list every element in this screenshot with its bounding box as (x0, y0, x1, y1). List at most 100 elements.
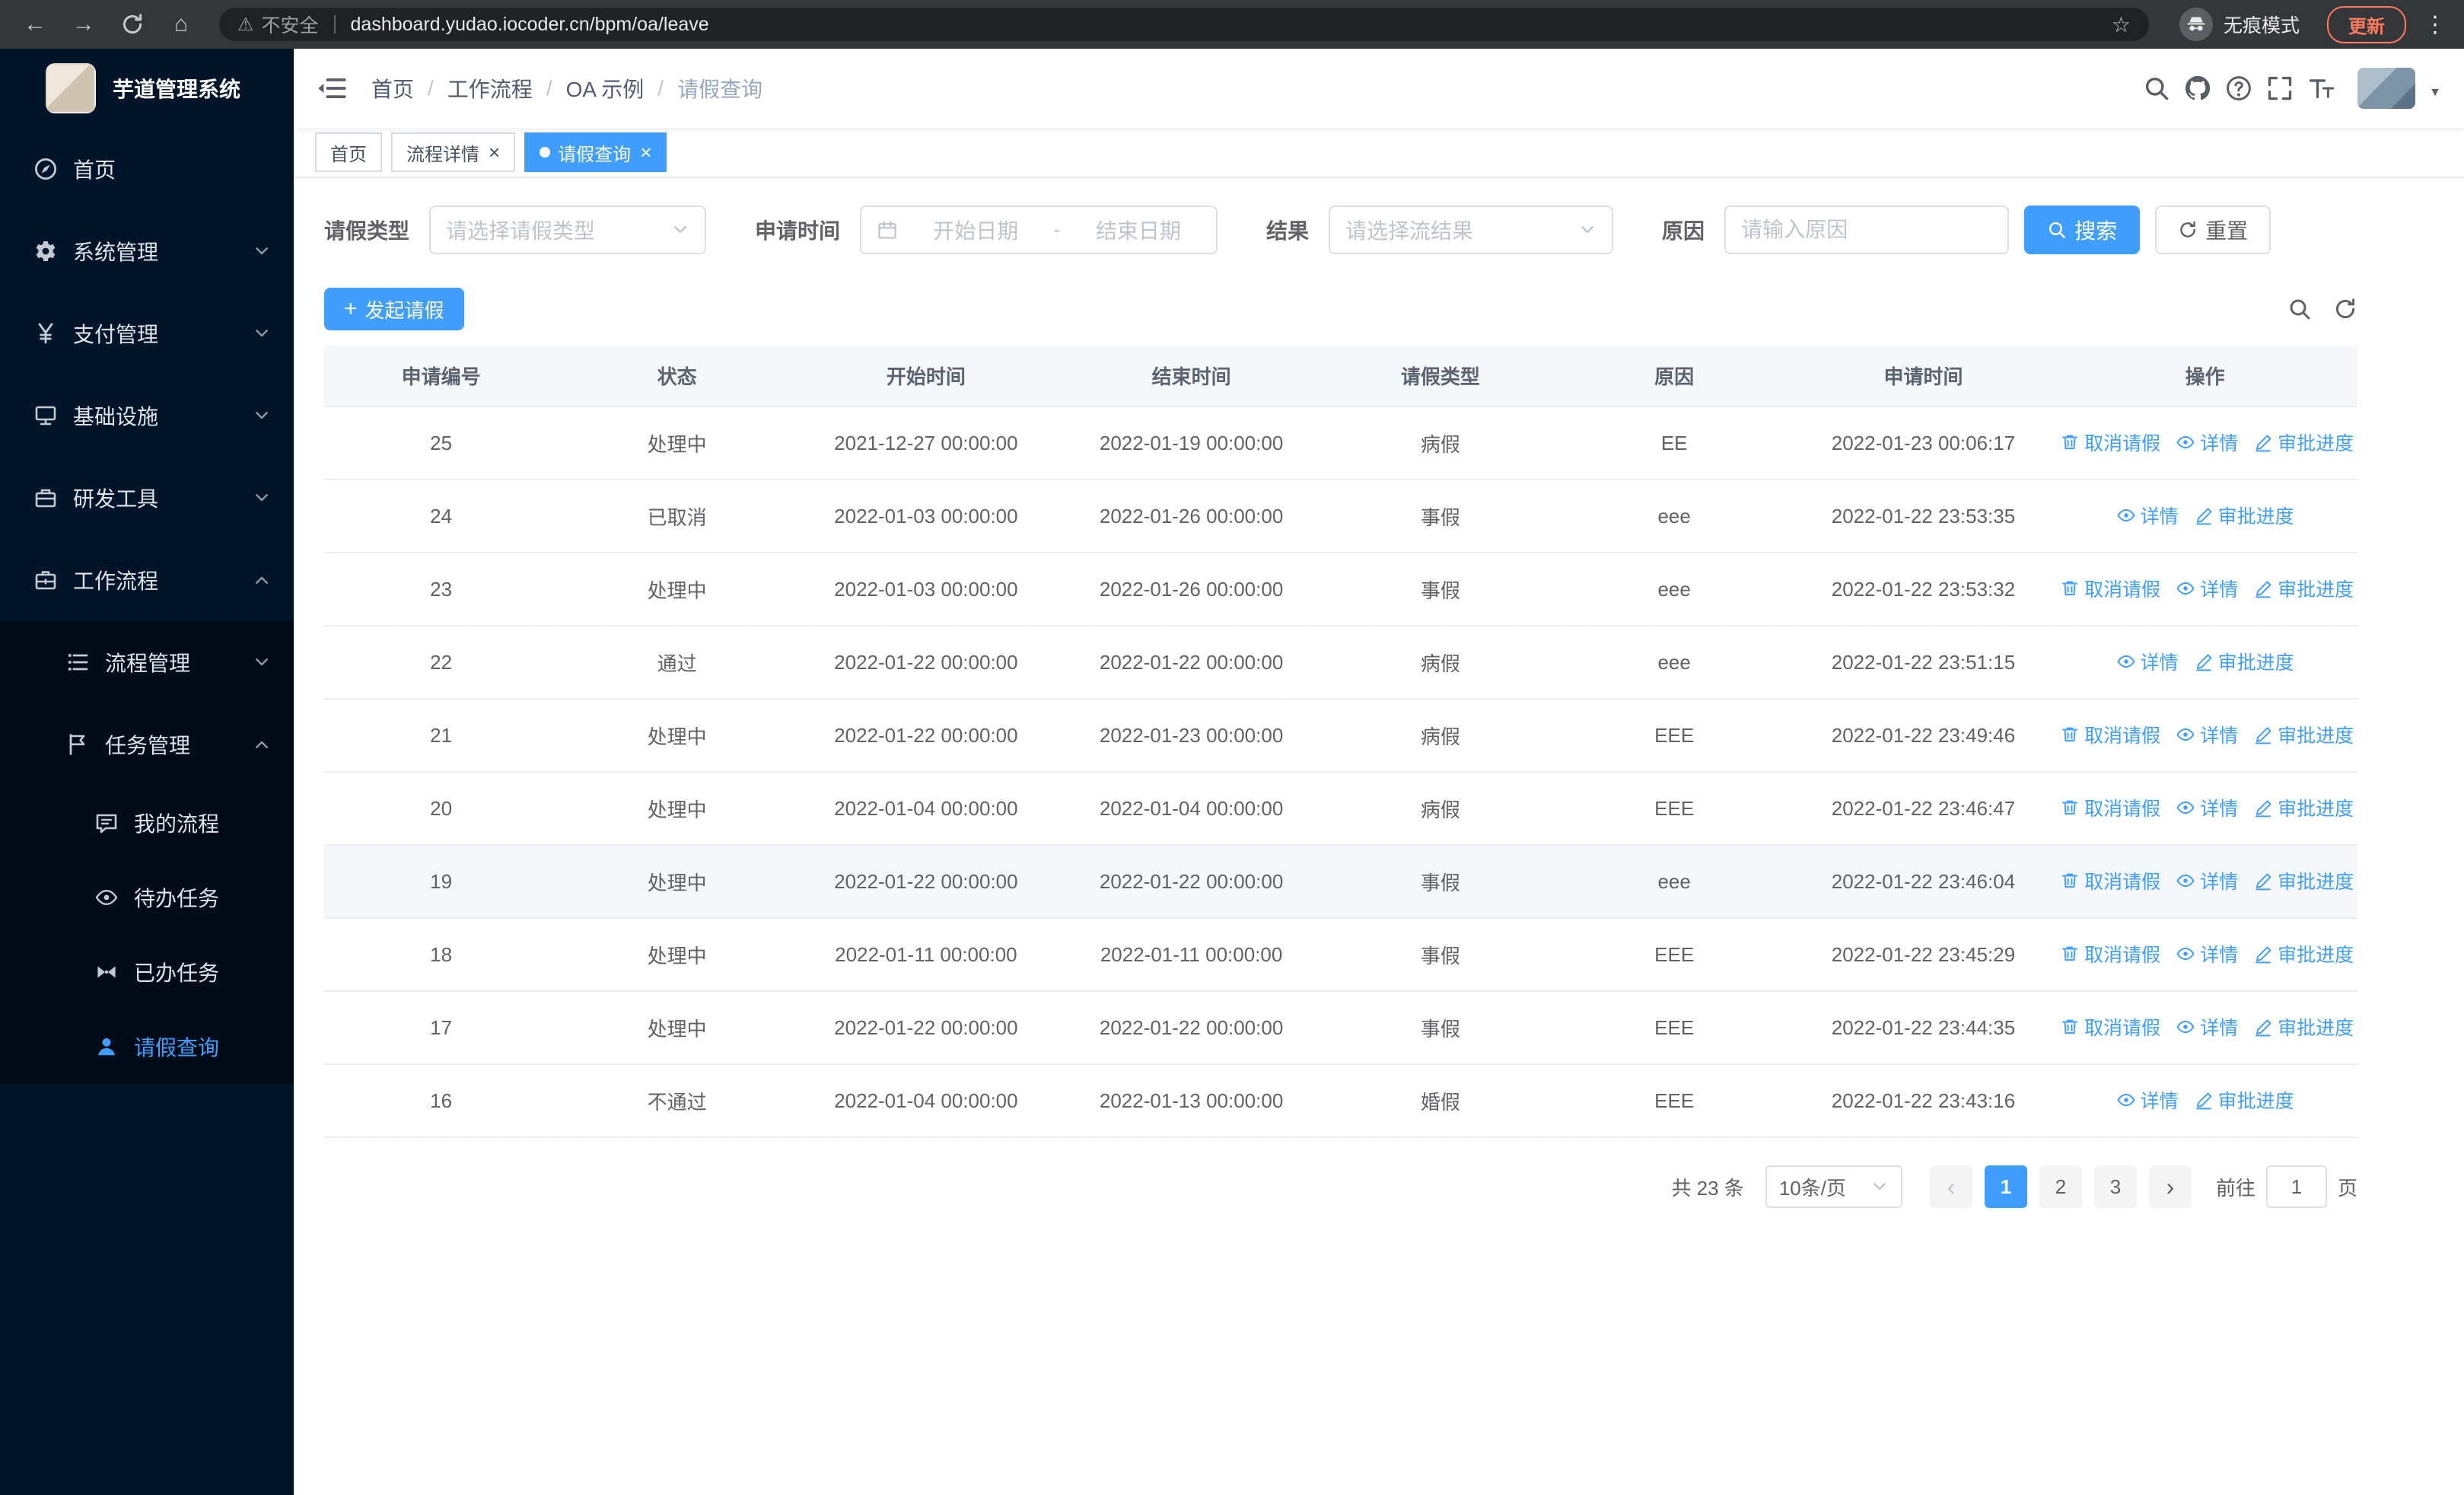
progress-link[interactable]: 审批进度 (2194, 502, 2294, 529)
sidebar-item-system[interactable]: 系统管理 (0, 210, 294, 292)
goto-page-input[interactable] (2265, 1165, 2327, 1208)
breadcrumb-item[interactable]: 首页 (371, 73, 414, 104)
cancel-leave-link[interactable]: 取消请假 (2060, 867, 2160, 894)
sidebar-item-process-mgmt[interactable]: 流程管理 (0, 621, 294, 703)
tab-close-icon[interactable]: × (489, 142, 500, 162)
sidebar-item-payment[interactable]: 支付管理 (0, 292, 294, 375)
bookmark-star-icon[interactable]: ☆ (2112, 12, 2131, 37)
breadcrumb-item[interactable]: 工作流程 (447, 73, 533, 104)
progress-link[interactable]: 审批进度 (2194, 1086, 2294, 1114)
update-button[interactable]: 更新 (2327, 5, 2406, 43)
cancel-leave-link[interactable]: 取消请假 (2060, 429, 2160, 456)
search-button[interactable]: 搜索 (2024, 206, 2141, 254)
progress-link[interactable]: 审批进度 (2253, 867, 2354, 894)
reset-button[interactable]: 重置 (2155, 206, 2271, 254)
cell-actions: 详情 审批进度 (2052, 626, 2357, 700)
cancel-leave-link[interactable]: 取消请假 (2060, 1013, 2160, 1041)
progress-link[interactable]: 审批进度 (2253, 794, 2354, 821)
cancel-leave-link[interactable]: 取消请假 (2060, 721, 2160, 748)
help-icon[interactable] (2225, 75, 2252, 102)
cell-actions: 详情 审批进度 (2052, 1064, 2357, 1138)
collapse-sidebar-icon[interactable] (317, 73, 347, 104)
cancel-leave-link[interactable]: 取消请假 (2060, 794, 2160, 821)
pagination-goto: 前往 页 (2216, 1165, 2357, 1208)
start-date-placeholder[interactable]: 开始日期 (913, 215, 1038, 245)
detail-link[interactable]: 详情 (2176, 940, 2238, 967)
apply-time-range-picker[interactable]: 开始日期 - 结束日期 (860, 206, 1218, 254)
detail-link[interactable]: 详情 (2176, 867, 2238, 894)
detail-link[interactable]: 详情 (2176, 721, 2238, 748)
detail-link[interactable]: 详情 (2116, 648, 2179, 675)
progress-link[interactable]: 审批进度 (2253, 575, 2354, 602)
page-button-1[interactable]: 1 (1984, 1165, 2027, 1208)
detail-link[interactable]: 详情 (2176, 794, 2238, 821)
progress-link[interactable]: 审批进度 (2253, 429, 2354, 456)
cell-id: 23 (324, 553, 559, 626)
next-page-button[interactable]: › (2148, 1165, 2192, 1208)
create-leave-button[interactable]: + 发起请假 (324, 288, 464, 330)
sidebar-item-my-process[interactable]: 我的流程 (0, 786, 294, 860)
cell-status: 通过 (558, 626, 796, 700)
table-refresh-icon[interactable] (2333, 297, 2357, 321)
sidebar-item-todo-tasks[interactable]: 待办任务 (0, 860, 294, 935)
detail-link[interactable]: 详情 (2176, 429, 2238, 456)
progress-link[interactable]: 审批进度 (2194, 648, 2294, 675)
sidebar-item-task-mgmt[interactable]: 任务管理 (0, 703, 294, 786)
toggle-search-icon[interactable] (2287, 297, 2312, 321)
cancel-leave-link[interactable]: 取消请假 (2060, 575, 2160, 602)
not-secure-label[interactable]: 不安全 (262, 11, 319, 38)
divider (333, 15, 336, 33)
detail-link[interactable]: 详情 (2176, 1013, 2238, 1041)
sidebar-item-home[interactable]: 首页 (0, 128, 294, 210)
leave-type-select[interactable]: 请选择请假类型 (429, 206, 707, 254)
result-select[interactable]: 请选择流结果 (1329, 206, 1614, 254)
cancel-leave-link[interactable]: 取消请假 (2060, 940, 2160, 967)
cell-end-time: 2022-01-23 00:00:00 (1055, 699, 1327, 773)
fullscreen-icon[interactable] (2266, 75, 2294, 102)
sidebar-item-done-tasks[interactable]: 已办任务 (0, 935, 294, 1009)
url-text[interactable]: dashboard.yudao.iocoder.cn/bpm/oa/leave (351, 14, 2099, 36)
reason-input[interactable] (1724, 206, 2010, 254)
tab-leave-query[interactable]: 请假查询 × (524, 132, 667, 172)
reload-icon[interactable] (110, 3, 155, 46)
tab-process-detail[interactable]: 流程详情 × (391, 132, 516, 172)
eye-icon (2176, 432, 2195, 452)
browser-menu-icon[interactable]: ⋮ (2418, 11, 2452, 38)
page-size-select[interactable]: 10条/页 (1765, 1165, 1902, 1208)
sidebar-item-devtools[interactable]: 研发工具 (0, 457, 294, 539)
apply-time-label: 申请时间 (755, 219, 841, 243)
cell-reason: EEE (1554, 699, 1794, 773)
page-button-3[interactable]: 3 (2093, 1165, 2137, 1208)
prev-page-button[interactable]: ‹ (1929, 1165, 1972, 1208)
github-icon[interactable] (2184, 75, 2211, 102)
progress-link[interactable]: 审批进度 (2253, 721, 2354, 748)
cell-start-time: 2022-01-22 00:00:00 (795, 845, 1056, 919)
table-row: 20 处理中 2022-01-04 00:00:00 2022-01-04 00:00… (324, 772, 2357, 846)
logo[interactable]: 芋道管理系统 (0, 49, 294, 128)
user-avatar[interactable] (2357, 68, 2416, 109)
progress-link[interactable]: 审批进度 (2253, 1013, 2354, 1041)
cell-apply-time: 2022-01-22 23:53:35 (1794, 480, 2053, 553)
end-date-placeholder[interactable]: 结束日期 (1076, 215, 1201, 245)
home-icon[interactable]: ⌂ (158, 3, 204, 46)
tab-home[interactable]: 首页 (315, 132, 382, 172)
detail-link[interactable]: 详情 (2116, 502, 2179, 529)
scissors-icon (94, 960, 119, 984)
sidebar-item-infrastructure[interactable]: 基础设施 (0, 375, 294, 457)
cell-end-time: 2022-01-22 00:00:00 (1055, 626, 1327, 700)
tab-close-icon[interactable]: × (640, 142, 651, 162)
search-icon[interactable] (2143, 75, 2170, 102)
progress-link[interactable]: 审批进度 (2253, 940, 2354, 967)
detail-link[interactable]: 详情 (2116, 1086, 2179, 1114)
page-button-2[interactable]: 2 (2039, 1165, 2082, 1208)
sidebar-item-leave-query[interactable]: 请假查询 (0, 1009, 294, 1084)
detail-link[interactable]: 详情 (2176, 575, 2238, 602)
back-icon[interactable]: ← (12, 3, 58, 46)
address-bar[interactable]: ⚠ 不安全 dashboard.yudao.iocoder.cn/bpm/oa/… (219, 8, 2149, 41)
sidebar-item-workflow[interactable]: 工作流程 (0, 539, 294, 621)
forward-icon[interactable]: → (61, 3, 107, 46)
user-menu-caret-icon[interactable]: ▼ (2429, 86, 2441, 100)
breadcrumb-item[interactable]: OA 示例 (566, 73, 645, 104)
font-size-icon[interactable] (2307, 75, 2335, 102)
breadcrumb-item[interactable]: 请假查询 (677, 73, 762, 104)
